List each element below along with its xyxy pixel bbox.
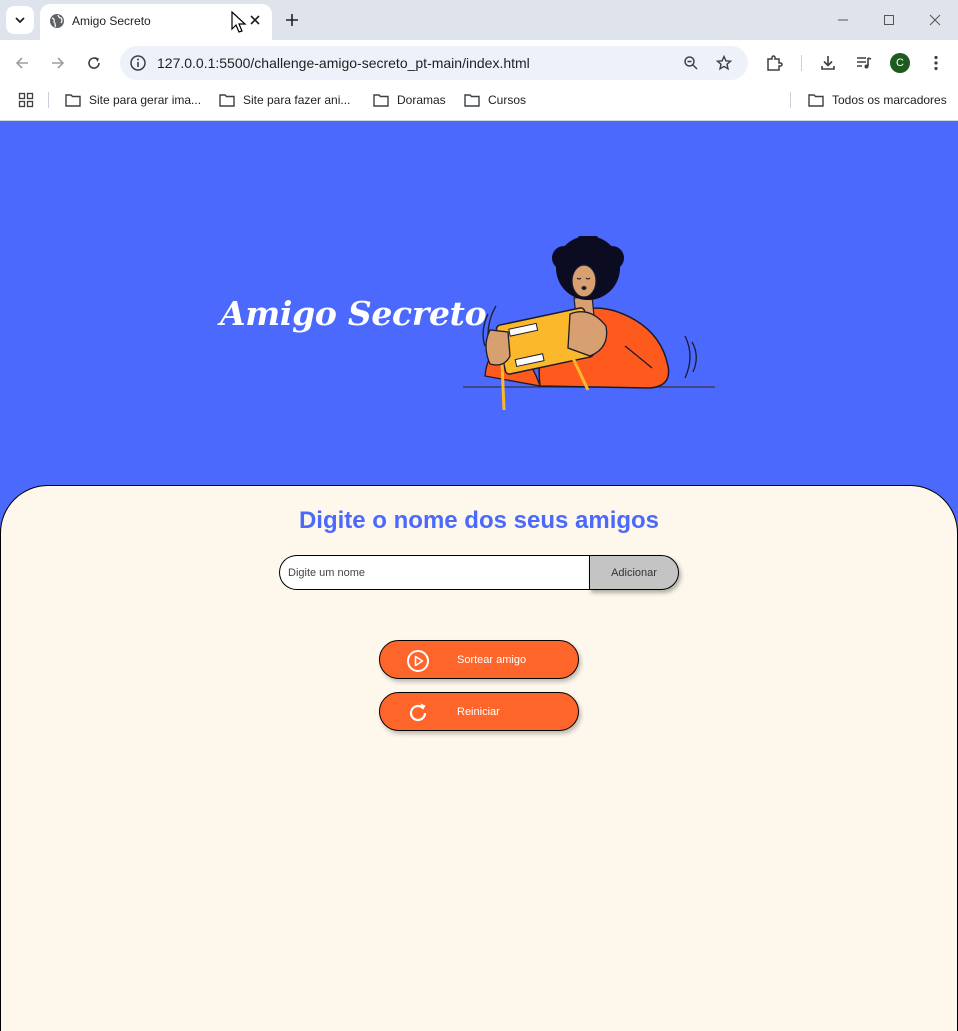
reset-button[interactable]: Reiniciar [379, 692, 579, 731]
reload-icon [88, 57, 100, 69]
close-icon [929, 14, 941, 26]
minimize-icon [838, 19, 848, 21]
extensions-button[interactable] [764, 53, 784, 73]
draw-button-label: Sortear amigo [457, 654, 527, 666]
section-title: Digite o nome dos seus amigos [298, 507, 660, 534]
mouse-cursor-icon [231, 11, 247, 33]
bookmarks-bar: Site para gerar ima... Site para fazer a… [0, 86, 958, 114]
browser-menu-button[interactable] [926, 53, 946, 73]
folder-icon [373, 94, 389, 107]
url-text[interactable]: 127.0.0.1:5500/challenge-amigo-secreto_p… [157, 55, 530, 71]
friend-name-input[interactable] [279, 555, 591, 590]
reload-button[interactable] [84, 53, 104, 73]
star-icon [716, 55, 732, 71]
toolbar-divider [801, 55, 802, 71]
close-icon [250, 15, 260, 25]
bookmark-folder-4[interactable]: Cursos [464, 91, 526, 109]
chevron-down-icon [15, 17, 25, 24]
bookmarks-divider [48, 92, 49, 108]
puzzle-icon [767, 55, 783, 71]
site-info-icon[interactable] [129, 54, 147, 72]
back-button[interactable] [12, 53, 32, 73]
browser-titlebar: Amigo Secreto [0, 0, 958, 40]
bookmark-label: Site para fazer ani... [243, 93, 351, 107]
reset-button-label: Reiniciar [457, 706, 500, 718]
maximize-button[interactable] [879, 10, 899, 30]
new-tab-button[interactable] [282, 10, 302, 30]
minimize-button[interactable] [833, 10, 853, 30]
all-bookmarks-label: Todos os marcadores [832, 93, 947, 107]
all-bookmarks-folder[interactable]: Todos os marcadores [808, 91, 947, 109]
bookmark-label: Doramas [397, 93, 446, 107]
play-circle-icon [407, 650, 429, 672]
folder-icon [219, 94, 235, 107]
address-bar[interactable]: 127.0.0.1:5500/challenge-amigo-secreto_p… [120, 46, 748, 80]
add-button[interactable]: Adicionar [589, 555, 679, 590]
apps-grid-icon [18, 92, 34, 108]
bookmark-label: Cursos [488, 93, 527, 107]
page-title: Amigo Secreto [220, 294, 487, 333]
folder-icon [808, 94, 824, 107]
maximize-icon [884, 15, 894, 25]
zoom-out-icon [684, 56, 698, 70]
browser-toolbar: 127.0.0.1:5500/challenge-amigo-secreto_p… [0, 40, 958, 86]
restart-icon [409, 703, 427, 722]
arrow-right-icon [52, 57, 65, 69]
bookmark-star-button[interactable] [715, 54, 733, 72]
tab-title: Amigo Secreto [72, 14, 151, 28]
window-close-button[interactable] [925, 10, 945, 30]
bookmark-folder-3[interactable]: Doramas [373, 91, 446, 109]
zoom-button[interactable] [682, 54, 700, 72]
tab-close-button[interactable] [247, 12, 263, 28]
media-controls-button[interactable] [854, 53, 874, 73]
playlist-icon [857, 57, 872, 69]
arrow-left-icon [15, 57, 28, 69]
apps-button[interactable] [18, 91, 42, 109]
bookmark-folder-1[interactable]: Site para gerar ima... [65, 91, 201, 109]
download-icon [821, 56, 835, 70]
bookmark-label: Site para gerar ima... [89, 93, 202, 107]
person-playing-game-illustration [463, 236, 715, 411]
plus-icon [286, 14, 298, 26]
more-vert-icon [934, 55, 938, 71]
globe-icon [50, 14, 64, 28]
bookmarks-divider [790, 92, 791, 108]
forward-button[interactable] [48, 53, 68, 73]
draw-friend-button[interactable]: Sortear amigo [379, 640, 579, 679]
add-friend-form: Adicionar [279, 555, 679, 590]
downloads-button[interactable] [818, 53, 838, 73]
bookmark-folder-2[interactable]: Site para fazer ani... [219, 91, 350, 109]
folder-icon [65, 94, 81, 107]
folder-icon [464, 94, 480, 107]
tab-search-button[interactable] [6, 6, 34, 34]
profile-avatar[interactable]: C [890, 53, 910, 73]
